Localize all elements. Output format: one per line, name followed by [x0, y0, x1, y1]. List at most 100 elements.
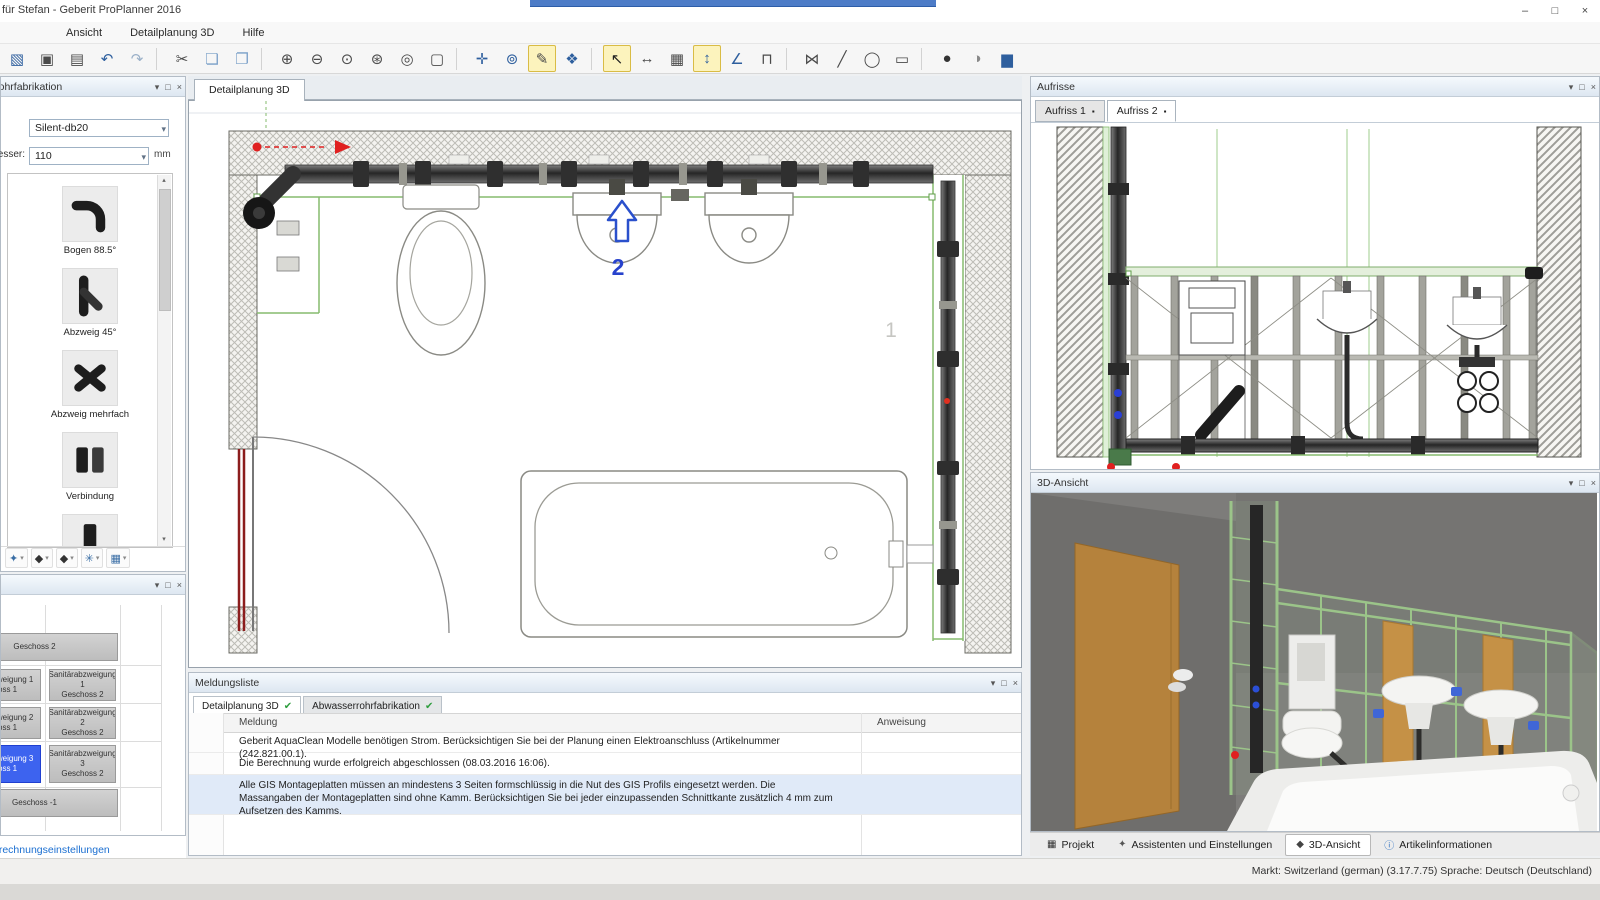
panel-pin-button[interactable]: □: [165, 575, 170, 595]
message-row-1[interactable]: Die Berechnung wurde erfolgreich abgesch…: [189, 753, 1021, 775]
view3d-panel-buttons: ▾□ ×: [1569, 473, 1596, 493]
palette-sort-button[interactable]: ✳▾: [81, 548, 104, 568]
part-label: Abzweig mehrfach: [8, 409, 172, 420]
right-wall: [1537, 127, 1581, 457]
pipe-fitting-button[interactable]: ❖: [558, 45, 586, 72]
structure-cell-1[interactable]: Sanitärabzweigung 1Geschoss 2: [49, 669, 116, 701]
part-item-4[interactable]: [8, 514, 172, 548]
part-item-0[interactable]: Bogen 88.5°: [8, 186, 172, 256]
panel-pin-button[interactable]: □: [1579, 77, 1584, 97]
bottom-tab-artikelinformationen[interactable]: ⓘArtikelinformationen: [1373, 834, 1503, 856]
connection-button[interactable]: ⋈: [798, 45, 826, 72]
tab-detailplanung-3d[interactable]: Detailplanung 3D: [194, 79, 305, 101]
panel-menu-button[interactable]: ▾: [1569, 77, 1574, 97]
close-button[interactable]: ×: [1570, 0, 1600, 22]
insert-point-button[interactable]: ⊚: [498, 45, 526, 72]
undo-button[interactable]: ↶: [93, 45, 121, 72]
part-item-1[interactable]: Abzweig 45°: [8, 268, 172, 338]
palette-favorites-button[interactable]: ◆▾: [31, 548, 53, 568]
palette-recent-button[interactable]: ◆▾: [56, 548, 78, 568]
bottom-tab-3d-ansicht[interactable]: ◆3D-Ansicht: [1285, 834, 1371, 856]
panel-close-button[interactable]: ×: [177, 575, 182, 595]
part-item-3[interactable]: Verbindung: [8, 432, 172, 502]
panel-view-button[interactable]: ▆: [993, 45, 1021, 72]
structure-cell-2[interactable]: Sanitärabzweigung 2Geschoss 1: [1, 707, 41, 739]
minimize-button[interactable]: –: [1510, 0, 1540, 22]
save-button[interactable]: ▧: [3, 45, 31, 72]
structure-cell-5[interactable]: Sanitärabzweigung 3Geschoss 2: [49, 745, 116, 783]
bottom-tab-assistenten-und-einstellungen[interactable]: ✦Assistenten und Einstellungen: [1107, 834, 1283, 856]
zoom-window-button[interactable]: ▢: [423, 45, 451, 72]
panel-pin-button[interactable]: □: [165, 77, 170, 97]
structure-cell-bottom[interactable]: Geschoss -1: [1, 789, 118, 817]
aufriss-tab-2[interactable]: Aufriss 2▪: [1107, 100, 1177, 122]
close-icon[interactable]: ▪: [1164, 107, 1167, 116]
line-button[interactable]: ╱: [828, 45, 856, 72]
rectangle-button[interactable]: ▭: [888, 45, 916, 72]
cut-button[interactable]: ✂: [168, 45, 196, 72]
system-dropdown[interactable]: Silent-db20 ▾: [29, 119, 169, 137]
scroll-up-icon[interactable]: ▴: [158, 175, 170, 187]
sphere-button[interactable]: ●: [933, 45, 961, 72]
zoom-selection-button[interactable]: ⊙: [333, 45, 361, 72]
zoom-out-button[interactable]: ⊖: [303, 45, 331, 72]
floor-plan-canvas[interactable]: 2 1: [188, 100, 1022, 668]
pipe-draw-button[interactable]: ✎: [528, 45, 556, 72]
zoom-in-button[interactable]: ⊕: [273, 45, 301, 72]
menu-item-2[interactable]: Hilfe: [228, 22, 278, 44]
panel-menu-button[interactable]: ▾: [155, 77, 160, 97]
zoom-fit-button[interactable]: ⊛: [363, 45, 391, 72]
aufriss-tab-1[interactable]: Aufriss 1▪: [1035, 100, 1105, 122]
structure-cell-3[interactable]: Sanitärabzweigung 2Geschoss 2: [49, 707, 116, 739]
panel-pin-button[interactable]: □: [1001, 673, 1006, 693]
measure-button[interactable]: ∠: [723, 45, 751, 72]
panel-menu-button[interactable]: ▾: [155, 575, 160, 595]
message-row-2[interactable]: Alle GIS Montageplatten müssen an mindes…: [189, 775, 1021, 815]
toolbar-separator: [921, 48, 929, 70]
stamp-button[interactable]: ▦: [663, 45, 691, 72]
panel-menu-button[interactable]: ▾: [1569, 473, 1574, 493]
structure-cell-0[interactable]: Sanitärabzweigung 1Geschoss 1: [1, 669, 41, 701]
palette-catalog-button[interactable]: ▦▾: [106, 548, 130, 568]
print-button[interactable]: ▣: [33, 45, 61, 72]
parts-scrollbar[interactable]: ▴ ▾: [157, 175, 171, 546]
redo-button[interactable]: ↷: [123, 45, 151, 72]
chevron-down-icon: ▾: [161, 121, 166, 137]
calculation-settings-link[interactable]: Berechnungseinstellungen: [0, 844, 110, 856]
zoom-previous-button[interactable]: ◎: [393, 45, 421, 72]
scrollbar-thumb[interactable]: [159, 189, 171, 311]
structure-cell-4[interactable]: Sanitärabzweigung 3Geschoss 1: [1, 745, 41, 783]
elevation-view[interactable]: [1031, 122, 1599, 469]
vertical-stack-pipe: [1111, 127, 1126, 457]
part-item-2[interactable]: Abzweig mehrfach: [8, 350, 172, 420]
move-button[interactable]: ↔: [633, 45, 661, 72]
copy-button[interactable]: ❏: [198, 45, 226, 72]
paste-button[interactable]: ❐: [228, 45, 256, 72]
report-button[interactable]: ▤: [63, 45, 91, 72]
diameter-dropdown[interactable]: 110 ▾: [29, 147, 149, 165]
menu-item-1[interactable]: Detailplanung 3D: [116, 22, 228, 44]
bottom-tab-projekt[interactable]: ▦Projekt: [1036, 834, 1105, 856]
shading-button[interactable]: ◑: [963, 45, 991, 72]
panel-close-button[interactable]: ×: [1591, 77, 1596, 97]
fabrication-panel: Abwasserrohrfabrikation ▾□× Silent-db20 …: [0, 76, 186, 572]
panel-menu-button[interactable]: ▾: [991, 673, 996, 693]
select-button[interactable]: ↖: [603, 45, 631, 72]
structure-cell-top[interactable]: Geschoss 2: [1, 633, 118, 661]
palette-filter-button[interactable]: ✦▾: [5, 548, 28, 568]
panel-pin-button[interactable]: □: [1579, 473, 1584, 493]
ellipse-button[interactable]: ◯: [858, 45, 886, 72]
close-icon[interactable]: ▪: [1092, 107, 1095, 116]
menu-item-0[interactable]: Ansicht: [52, 22, 116, 44]
view3d-viewport[interactable]: [1031, 493, 1599, 831]
message-row-0[interactable]: Geberit AquaClean Modelle benötigen Stro…: [189, 731, 1021, 753]
maximize-button[interactable]: □: [1540, 0, 1570, 22]
panel-close-button[interactable]: ×: [1591, 473, 1596, 493]
panel-close-button[interactable]: ×: [177, 77, 182, 97]
lock-button[interactable]: ⊓: [753, 45, 781, 72]
scroll-down-icon[interactable]: ▾: [158, 534, 170, 546]
snap-button[interactable]: ✛: [468, 45, 496, 72]
vertical-pipe-button[interactable]: ↕: [693, 45, 721, 72]
right-bottom-tabstrip: ▦Projekt✦Assistenten und Einstellungen◆3…: [1030, 832, 1600, 856]
panel-close-button[interactable]: ×: [1013, 673, 1018, 693]
